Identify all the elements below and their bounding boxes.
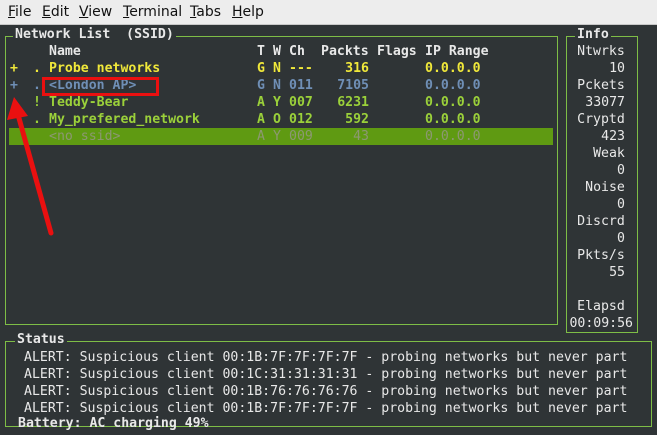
menu-file[interactable]: File <box>8 4 31 20</box>
annotation-arrow <box>7 97 54 236</box>
menu-edit[interactable]: Edit <box>42 4 69 20</box>
menu-bar: File Edit View Terminal Tabs Help <box>0 0 657 25</box>
menu-terminal[interactable]: Terminal <box>123 4 182 20</box>
menu-tabs[interactable]: Tabs <box>190 4 221 20</box>
menu-view[interactable]: View <box>79 4 112 20</box>
terminal-area[interactable]: Network List (SSID) Name T W Ch Packts F… <box>0 25 657 435</box>
menu-help[interactable]: Help <box>232 4 264 20</box>
